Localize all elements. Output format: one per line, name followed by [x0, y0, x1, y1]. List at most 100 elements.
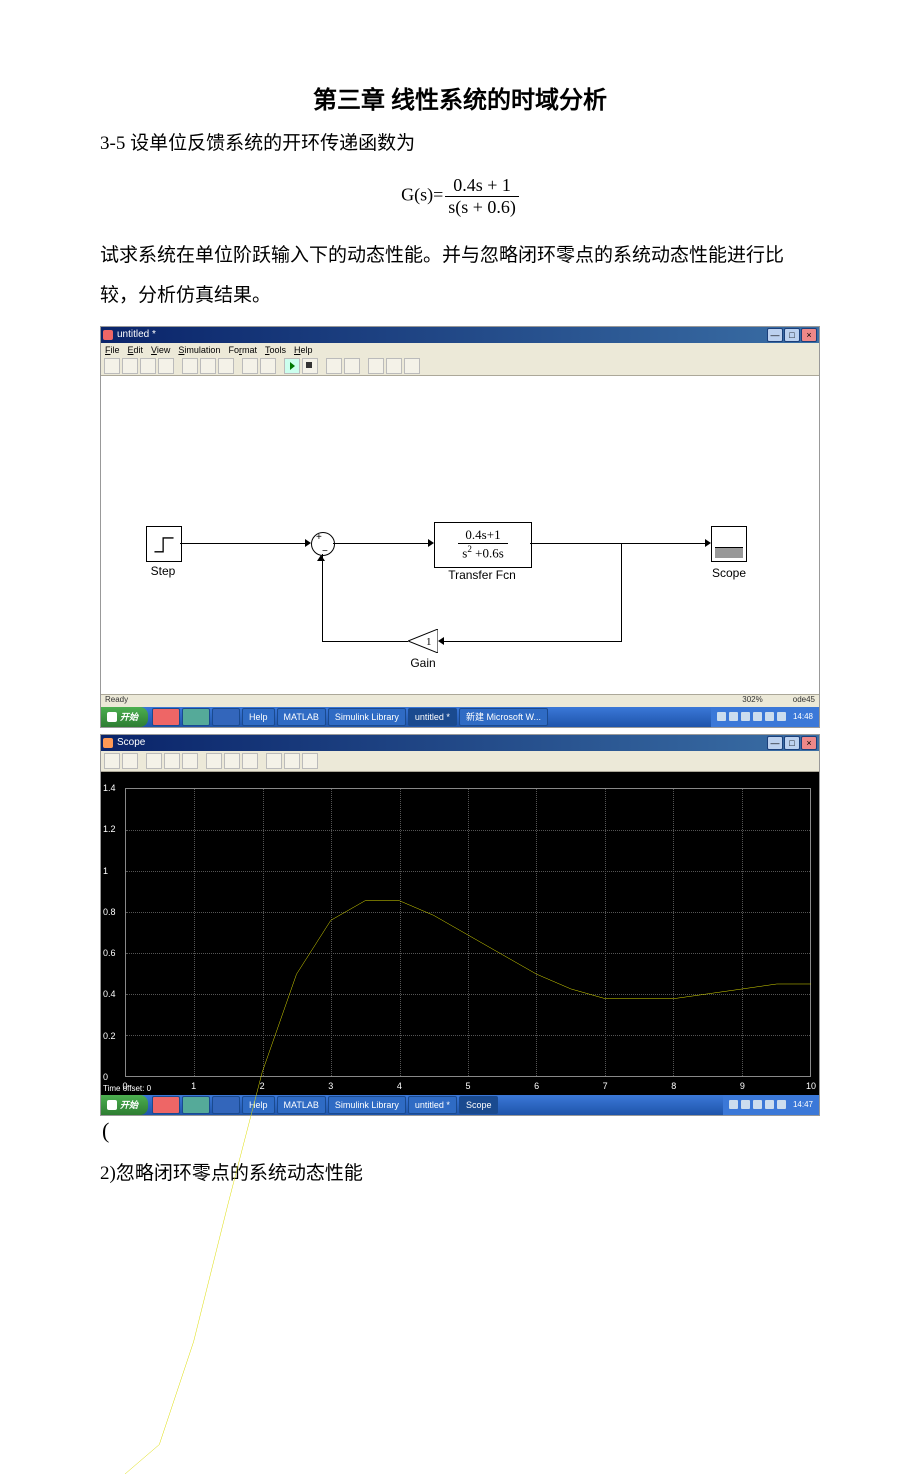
select-icon[interactable]	[302, 753, 318, 769]
copy-icon[interactable]	[200, 358, 216, 374]
window-title: untitled *	[117, 329, 156, 340]
tray-icon[interactable]	[741, 712, 750, 721]
start-button[interactable]: 开始	[101, 707, 148, 727]
sum-block[interactable]	[311, 532, 335, 556]
x-tick: 3	[328, 1081, 333, 1091]
taskbar-item[interactable]: 新建 Microsoft W...	[459, 708, 548, 726]
formula-num: 0.4s + 1	[445, 175, 519, 197]
play-icon[interactable]	[284, 358, 300, 374]
scope-label: Scope	[706, 566, 752, 580]
menu-bar[interactable]: File Edit View Simulation Format Tools H…	[101, 343, 819, 357]
taskbar-item[interactable]: Help	[242, 708, 275, 726]
maximize-button[interactable]: □	[784, 736, 800, 750]
scope-title: Scope	[117, 737, 145, 748]
x-tick: 10	[806, 1081, 816, 1091]
taskbar-item[interactable]: untitled *	[408, 708, 457, 726]
stray-paren: (	[102, 1118, 109, 1144]
tray-icon[interactable]	[753, 712, 762, 721]
chapter-title: 第三章 线性系统的时域分析	[100, 80, 820, 115]
maximize-button[interactable]: □	[784, 328, 800, 342]
problem-text: 试求系统在单位阶跃输入下的动态性能。并与忽略闭环零点的系统动态性能进行比较，分析…	[100, 236, 820, 316]
target-icon[interactable]	[344, 358, 360, 374]
minimize-button[interactable]: —	[767, 736, 783, 750]
undo-icon[interactable]	[242, 358, 258, 374]
close-button[interactable]: ×	[801, 736, 817, 750]
menu-help[interactable]: Help	[294, 345, 313, 355]
taskbar-item[interactable]	[182, 708, 210, 726]
lock-icon[interactable]	[284, 753, 300, 769]
save-axes-icon[interactable]	[224, 753, 240, 769]
tray-icon[interactable]	[777, 712, 786, 721]
restore-axes-icon[interactable]	[242, 753, 258, 769]
x-tick: 9	[740, 1081, 745, 1091]
tf-label: Transfer Fcn	[439, 568, 525, 582]
autoscale-icon[interactable]	[206, 753, 222, 769]
y-tick: 0.4	[103, 989, 116, 999]
float-icon[interactable]	[266, 753, 282, 769]
window-titlebar[interactable]: untitled * — □ ×	[101, 327, 819, 343]
taskbar[interactable]: 开始 Help MATLAB Simulink Library untitled…	[101, 707, 819, 727]
zoom-y-icon[interactable]	[182, 753, 198, 769]
scope-plot[interactable]: 00.20.40.60.811.21.4 012345678910 Time o…	[101, 772, 819, 1095]
transfer-fcn-block[interactable]: 0.4s+1 s2 +0.6s	[434, 522, 532, 568]
y-tick: 1.4	[103, 783, 116, 793]
menu-file[interactable]: File	[105, 345, 120, 355]
x-tick: 7	[603, 1081, 608, 1091]
tray-icon[interactable]	[717, 712, 726, 721]
tf-den: s2 +0.6s	[458, 544, 508, 561]
normal-mode-icon[interactable]	[326, 358, 342, 374]
scope-block[interactable]	[711, 526, 747, 562]
zoom-x-icon[interactable]	[164, 753, 180, 769]
paste-icon[interactable]	[218, 358, 234, 374]
clock: 14:48	[793, 712, 813, 721]
redo-icon[interactable]	[260, 358, 276, 374]
gain-label: Gain	[401, 656, 445, 670]
menu-edit[interactable]: Edit	[128, 345, 144, 355]
x-tick: 4	[397, 1081, 402, 1091]
formula-lhs: G(s)=	[401, 185, 443, 205]
formula: G(s)= 0.4s + 1 s(s + 0.6)	[100, 175, 820, 218]
taskbar-item[interactable]: MATLAB	[277, 708, 326, 726]
stop-icon[interactable]	[302, 358, 318, 374]
zoom-icon[interactable]	[146, 753, 162, 769]
tf-num: 0.4s+1	[458, 528, 508, 544]
open-icon[interactable]	[122, 358, 138, 374]
save-icon[interactable]	[140, 358, 156, 374]
taskbar-item[interactable]: Simulink Library	[328, 708, 406, 726]
tray-icon[interactable]	[765, 712, 774, 721]
close-button[interactable]: ×	[801, 328, 817, 342]
x-tick: 1	[191, 1081, 196, 1091]
y-tick: 0	[103, 1072, 108, 1082]
scope-screenshot: Scope — □ ×	[100, 734, 820, 1116]
status-solver: ode45	[793, 695, 815, 707]
cut-icon[interactable]	[182, 358, 198, 374]
menu-format[interactable]: Format	[228, 345, 257, 355]
y-tick: 0.8	[103, 907, 116, 917]
menu-tools[interactable]: Tools	[265, 345, 286, 355]
gain-block[interactable]: 1	[408, 629, 438, 653]
y-tick: 1.2	[103, 824, 116, 834]
print-icon[interactable]	[158, 358, 174, 374]
explorer-icon[interactable]	[386, 358, 402, 374]
scope-titlebar[interactable]: Scope — □ ×	[101, 735, 819, 751]
status-ready: Ready	[105, 695, 128, 707]
taskbar-item[interactable]	[152, 708, 180, 726]
tray-icon[interactable]	[729, 712, 738, 721]
new-icon[interactable]	[104, 358, 120, 374]
system-tray[interactable]: 14:48	[711, 707, 819, 727]
params-icon[interactable]	[122, 753, 138, 769]
step-label: Step	[141, 564, 185, 578]
simulink-icon	[103, 330, 113, 340]
taskbar-item[interactable]	[212, 708, 240, 726]
y-tick: 0.6	[103, 948, 116, 958]
y-tick: 0.2	[103, 1031, 116, 1041]
menu-simulation[interactable]: Simulation	[178, 345, 220, 355]
step-block[interactable]	[146, 526, 182, 562]
x-tick: 5	[465, 1081, 470, 1091]
print-icon[interactable]	[104, 753, 120, 769]
lib-icon[interactable]	[368, 358, 384, 374]
minimize-button[interactable]: —	[767, 328, 783, 342]
debug-icon[interactable]	[404, 358, 420, 374]
menu-view[interactable]: View	[151, 345, 170, 355]
model-canvas[interactable]: Step 0.4s+1 s2 +0.6s Transfer Fcn	[101, 376, 819, 694]
